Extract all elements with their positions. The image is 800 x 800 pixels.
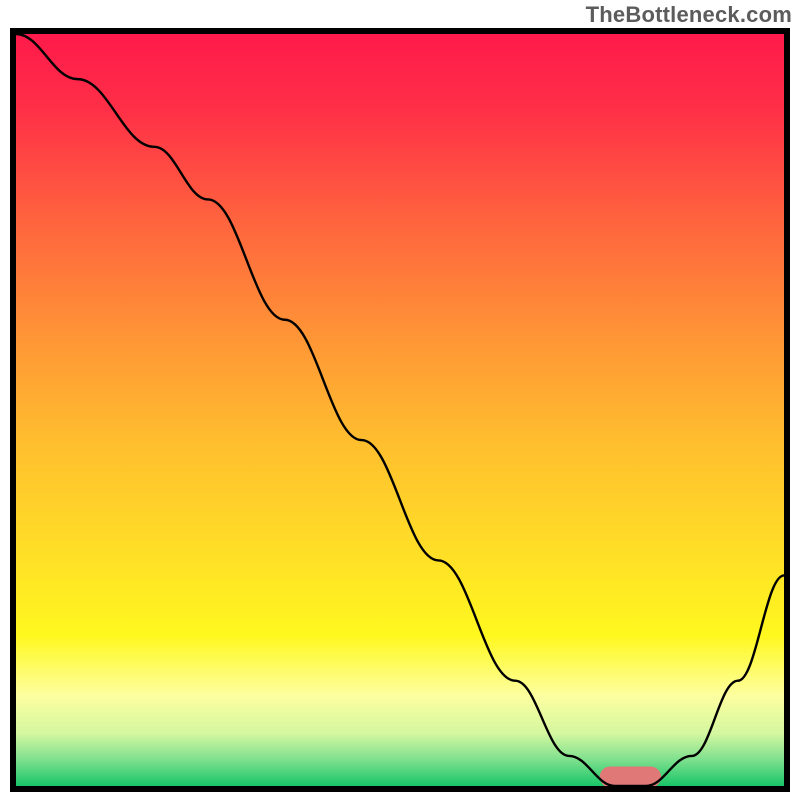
plot-border — [10, 28, 790, 792]
plot-background — [16, 34, 784, 786]
bottleneck-plot — [16, 34, 784, 786]
optimal-range-marker — [600, 766, 661, 786]
watermark-text: TheBottleneck.com — [586, 2, 792, 28]
chart-frame: TheBottleneck.com — [0, 0, 800, 800]
